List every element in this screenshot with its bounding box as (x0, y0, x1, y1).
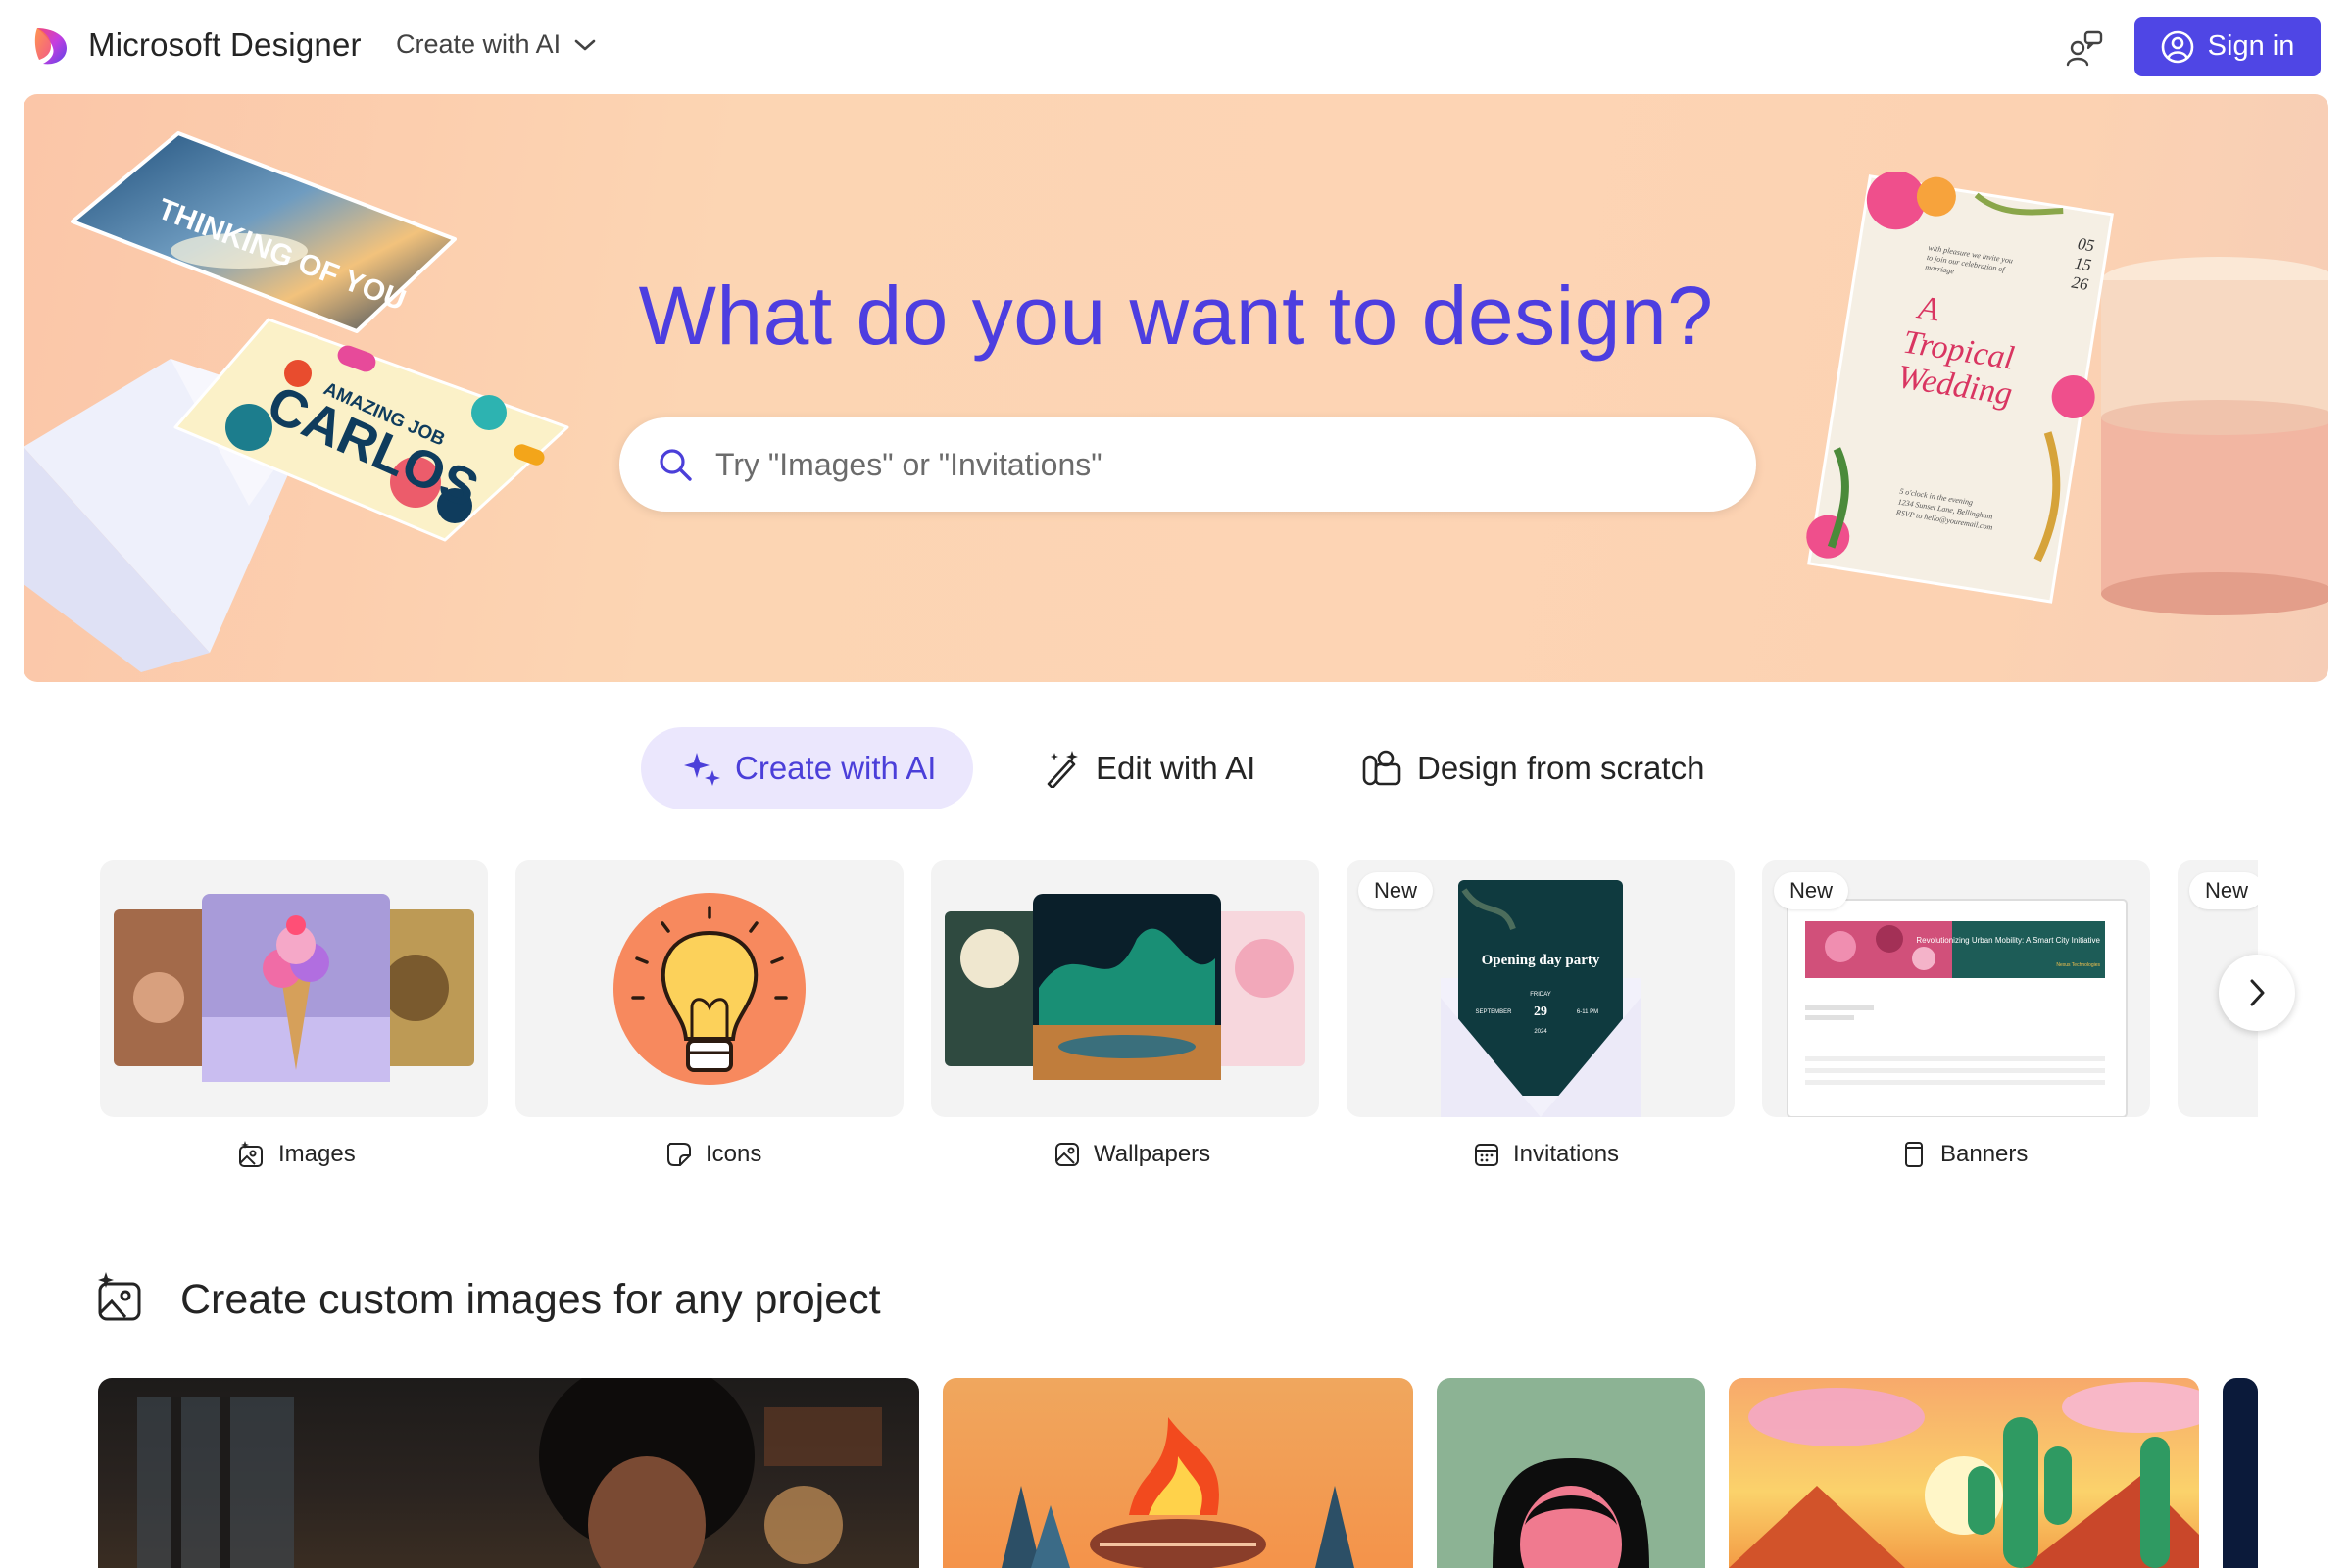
image-sparkle-icon (98, 1272, 141, 1321)
invite-preview-day: 29 (1534, 1004, 1547, 1019)
tab-design-from-scratch[interactable]: Design from scratch (1362, 727, 1704, 809)
invite-preview-weekday: FRIDAY (1530, 992, 1551, 998)
desert-cactus-image (1729, 1382, 2199, 1568)
invite-preview-title: Opening day party (1482, 953, 1600, 968)
new-badge: New (2189, 872, 2258, 909)
category-card-banners[interactable]: Revolutionizing Urban Mobility: A Smart … (1762, 860, 2150, 1117)
icons-preview (613, 893, 806, 1085)
sign-in-button[interactable]: Sign in (2134, 17, 2321, 76)
magic-wand-icon (1047, 751, 1078, 788)
designer-logo-icon[interactable] (33, 24, 73, 68)
grill-fire-image (1002, 1417, 1354, 1568)
person-circle-icon (2161, 30, 2193, 63)
category-label-wallpapers[interactable]: Wallpapers (1053, 1137, 1210, 1172)
wedding-invitation-image: 05 15 26 with pleasure we invite you to … (1806, 172, 2114, 604)
banner-preview-title: Revolutionizing Urban Mobility: A Smart … (1916, 936, 2100, 945)
create-with-ai-menu[interactable]: Create with AI (396, 29, 596, 60)
chevron-right-icon (2250, 979, 2265, 1006)
woman-reading-image (137, 1378, 882, 1568)
category-label-images-text: Images (278, 1141, 356, 1167)
banner-icon (1905, 1142, 1923, 1167)
shapes-icon (1362, 750, 1401, 786)
tab-design-from-scratch-label: Design from scratch (1417, 750, 1705, 786)
sparkle-icon (684, 753, 720, 786)
section-title: Create custom images for any project (180, 1276, 881, 1323)
category-card-icons[interactable] (515, 860, 904, 1117)
wallpaper-icon (1055, 1143, 1079, 1166)
sign-in-label: Sign in (2207, 30, 2295, 62)
invite-preview-year: 2024 (1534, 1029, 1547, 1035)
banner-preview-subtitle: Nexus Technologies (2056, 962, 2100, 968)
calendar-icon (1475, 1144, 1498, 1166)
tab-edit-with-ai[interactable]: Edit with AI (1043, 727, 1255, 809)
search-box[interactable] (619, 417, 1756, 512)
tab-edit-with-ai-label: Edit with AI (1096, 750, 1256, 786)
category-label-banners[interactable]: Banners (1899, 1137, 2028, 1172)
brand-name[interactable]: Microsoft Designer (88, 26, 362, 64)
category-label-icons-text: Icons (706, 1141, 762, 1167)
hero-title: What do you want to design? (638, 270, 1714, 362)
image-sparkle-icon (239, 1141, 263, 1167)
new-badge: New (1774, 872, 1849, 909)
category-card-wallpapers[interactable] (931, 860, 1319, 1117)
search-icon (660, 449, 692, 481)
hero-banner: THINKING OF YOU AMAZING JOB CARLOS 05 15… (24, 94, 2328, 682)
category-label-invitations-text: Invitations (1513, 1141, 1620, 1167)
gallery-image-grill[interactable] (943, 1378, 1413, 1568)
gallery-image-portrait[interactable] (1437, 1378, 1705, 1568)
category-card-images[interactable] (100, 860, 488, 1117)
category-label-invitations[interactable]: Invitations (1472, 1137, 1619, 1172)
invite-preview-month: SEPTEMBER (1475, 1009, 1512, 1015)
tab-create-with-ai[interactable]: Create with AI (641, 727, 974, 809)
category-label-icons[interactable]: Icons (664, 1137, 761, 1172)
tab-create-with-ai-label: Create with AI (735, 750, 937, 786)
create-menu-label: Create with AI (396, 29, 562, 59)
search-input[interactable] (713, 445, 1697, 484)
mode-tabs: Create with AI Edit with AI Design from … (0, 727, 2352, 809)
carousel-next-button[interactable] (2219, 955, 2295, 1031)
chevron-down-icon (574, 39, 596, 50)
feedback-icon[interactable] (2066, 29, 2103, 67)
images-preview (114, 894, 474, 1082)
portrait-illustration-image (1493, 1458, 1649, 1568)
gallery-image-partial[interactable] (2223, 1378, 2258, 1568)
category-card-invitations[interactable]: Opening day party FRIDAY SEPTEMBER 29 6-… (1347, 860, 1735, 1117)
category-label-banners-text: Banners (1940, 1141, 2029, 1167)
wallpapers-preview (945, 894, 1305, 1080)
invite-preview-time: 6-11 PM (1577, 1009, 1598, 1015)
gallery-image-woman-reading[interactable] (98, 1378, 919, 1568)
top-bar: Microsoft Designer Create with AI Sign i… (0, 0, 2352, 94)
category-label-wallpapers-text: Wallpapers (1094, 1141, 1211, 1167)
sticker-icon (667, 1143, 691, 1166)
gallery-image-desert[interactable] (1729, 1378, 2199, 1568)
new-badge: New (1358, 872, 1434, 909)
category-label-images[interactable]: Images (237, 1137, 356, 1172)
invite-date-1: 05 (2077, 234, 2096, 255)
